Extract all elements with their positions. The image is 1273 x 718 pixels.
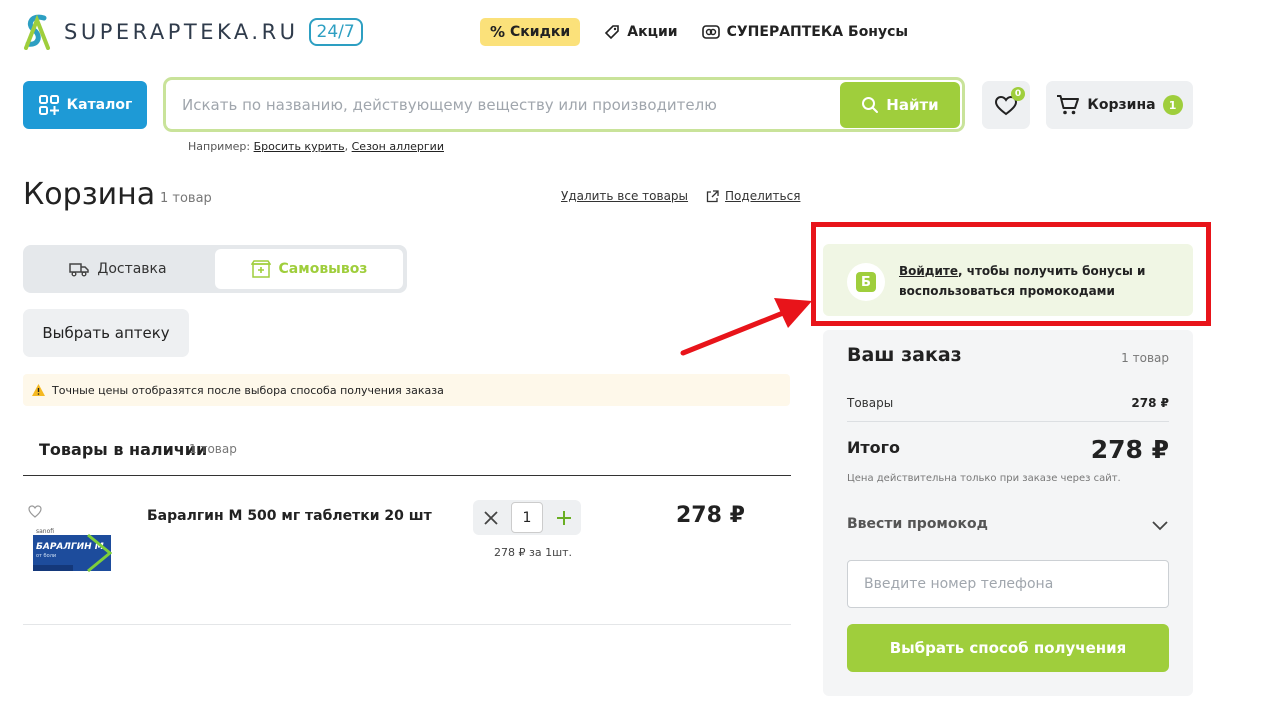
- cart-icon: [1057, 95, 1080, 115]
- chevron-down-icon[interactable]: [1151, 516, 1169, 534]
- choose-receipt-method-button[interactable]: Выбрать способ получения: [847, 624, 1169, 672]
- tag-icon: [605, 25, 620, 40]
- in-stock-title: Товары в наличии: [39, 440, 208, 459]
- quantity-value[interactable]: 1: [511, 502, 543, 533]
- highlight-frame: [811, 222, 1211, 326]
- search-hint: Например: Бросить курить, Сезон аллергии: [188, 140, 444, 153]
- search-input[interactable]: [168, 82, 840, 128]
- remove-item-button[interactable]: [473, 500, 508, 535]
- delete-all-link[interactable]: Удалить все товары: [561, 189, 688, 203]
- search-hint-prefix: Например:: [188, 140, 251, 153]
- logo-text: SUPERAPTEKA.RU: [64, 20, 299, 44]
- package-subtitle: от боли: [36, 553, 56, 559]
- increase-quantity-button[interactable]: [546, 500, 581, 535]
- logo-mark-icon: [24, 14, 50, 50]
- package-brand: sanofi: [36, 528, 54, 535]
- summary-divider: [847, 421, 1169, 422]
- hint-link-allergy-season[interactable]: Сезон аллергии: [352, 140, 444, 153]
- share-icon: [706, 189, 719, 202]
- catalog-button[interactable]: Каталог: [23, 81, 147, 129]
- search-button[interactable]: Найти: [840, 82, 960, 128]
- favorites-button[interactable]: 0: [982, 81, 1030, 129]
- total-label: Итого: [847, 438, 901, 457]
- share-link[interactable]: Поделиться: [706, 189, 800, 203]
- search-icon: [862, 97, 879, 113]
- phone-input[interactable]: [847, 560, 1169, 608]
- warning-icon: [32, 384, 45, 396]
- search-bar: Найти: [163, 77, 965, 132]
- order-summary: Ваш заказ 1 товар Товары 278 ₽ Итого 278…: [823, 330, 1193, 696]
- nav-sales-label: Скидки: [510, 24, 571, 40]
- bonus-card-icon: [701, 25, 720, 39]
- promo-code-toggle[interactable]: Ввести промокод: [847, 516, 988, 532]
- close-icon: [483, 510, 498, 525]
- order-title: Ваш заказ: [847, 344, 962, 366]
- quantity-stepper: 1: [473, 500, 581, 535]
- cart-item-count: 1 товар: [160, 191, 212, 206]
- nav-sales[interactable]: % Скидки: [480, 18, 581, 46]
- in-stock-count: 1 товар: [189, 442, 237, 456]
- plus-icon: [556, 510, 571, 525]
- item-divider: [23, 624, 791, 625]
- tab-pickup[interactable]: Самовывоз: [215, 249, 403, 289]
- tab-delivery-label: Доставка: [97, 261, 167, 277]
- goods-label: Товары: [847, 396, 894, 410]
- nav-promotions-label: Акции: [627, 24, 678, 40]
- goods-price: 278 ₽: [1131, 396, 1169, 410]
- add-to-favorites-icon[interactable]: [28, 505, 42, 518]
- price-notice-text: Точные цены отобразятся после выбора спо…: [52, 383, 444, 397]
- share-link-label: Поделиться: [725, 189, 801, 203]
- cart-button[interactable]: Корзина 1: [1046, 81, 1193, 129]
- logo[interactable]: SUPERAPTEKA.RU 24/7: [22, 14, 363, 50]
- cart-count-badge: 1: [1162, 95, 1183, 115]
- favorites-count-badge: 0: [1011, 87, 1025, 101]
- package-name: БАРАЛГИН М: [36, 542, 104, 552]
- nav-promotions[interactable]: Акции: [604, 24, 678, 40]
- pointer-arrow-icon: [680, 298, 812, 356]
- product-price: 278 ₽: [676, 503, 745, 528]
- product-image[interactable]: sanofi БАРАЛГИН М от боли: [32, 519, 112, 575]
- catalog-grid-icon: [38, 95, 59, 115]
- search-button-label: Найти: [886, 96, 939, 114]
- logo-badge: 24/7: [308, 18, 363, 46]
- unit-price: 278 ₽ за 1шт.: [494, 546, 573, 559]
- price-notice: Точные цены отобразятся после выбора спо…: [23, 374, 790, 406]
- tab-delivery[interactable]: Доставка: [23, 245, 213, 293]
- choose-pharmacy-button[interactable]: Выбрать аптеку: [23, 309, 189, 357]
- cart-actions: Удалить все товары Поделиться: [561, 189, 800, 203]
- order-count: 1 товар: [1121, 351, 1169, 365]
- truck-icon: [69, 263, 90, 277]
- price-validity-note: Цена действительна только при заказе чер…: [847, 473, 1121, 484]
- page-title: Корзина: [23, 177, 156, 212]
- pharmacy-building-icon: [250, 260, 271, 278]
- top-nav: % Скидки Акции СУПЕРАПТЕКА Бонусы: [480, 18, 908, 46]
- cart-button-label: Корзина: [1087, 97, 1156, 113]
- nav-bonuses[interactable]: СУПЕРАПТЕКА Бонусы: [701, 24, 909, 40]
- section-divider: [23, 475, 791, 476]
- product-name[interactable]: Баралгин М 500 мг таблетки 20 шт: [147, 508, 432, 524]
- total-price: 278 ₽: [1090, 435, 1169, 464]
- tab-pickup-label: Самовывоз: [278, 261, 368, 277]
- percent-icon: %: [490, 23, 506, 41]
- nav-bonuses-label: СУПЕРАПТЕКА Бонусы: [726, 24, 909, 40]
- hint-link-quit-smoking[interactable]: Бросить курить: [254, 140, 345, 153]
- catalog-button-label: Каталог: [66, 97, 133, 113]
- delivery-method-toggle: Доставка Самовывоз: [23, 245, 407, 293]
